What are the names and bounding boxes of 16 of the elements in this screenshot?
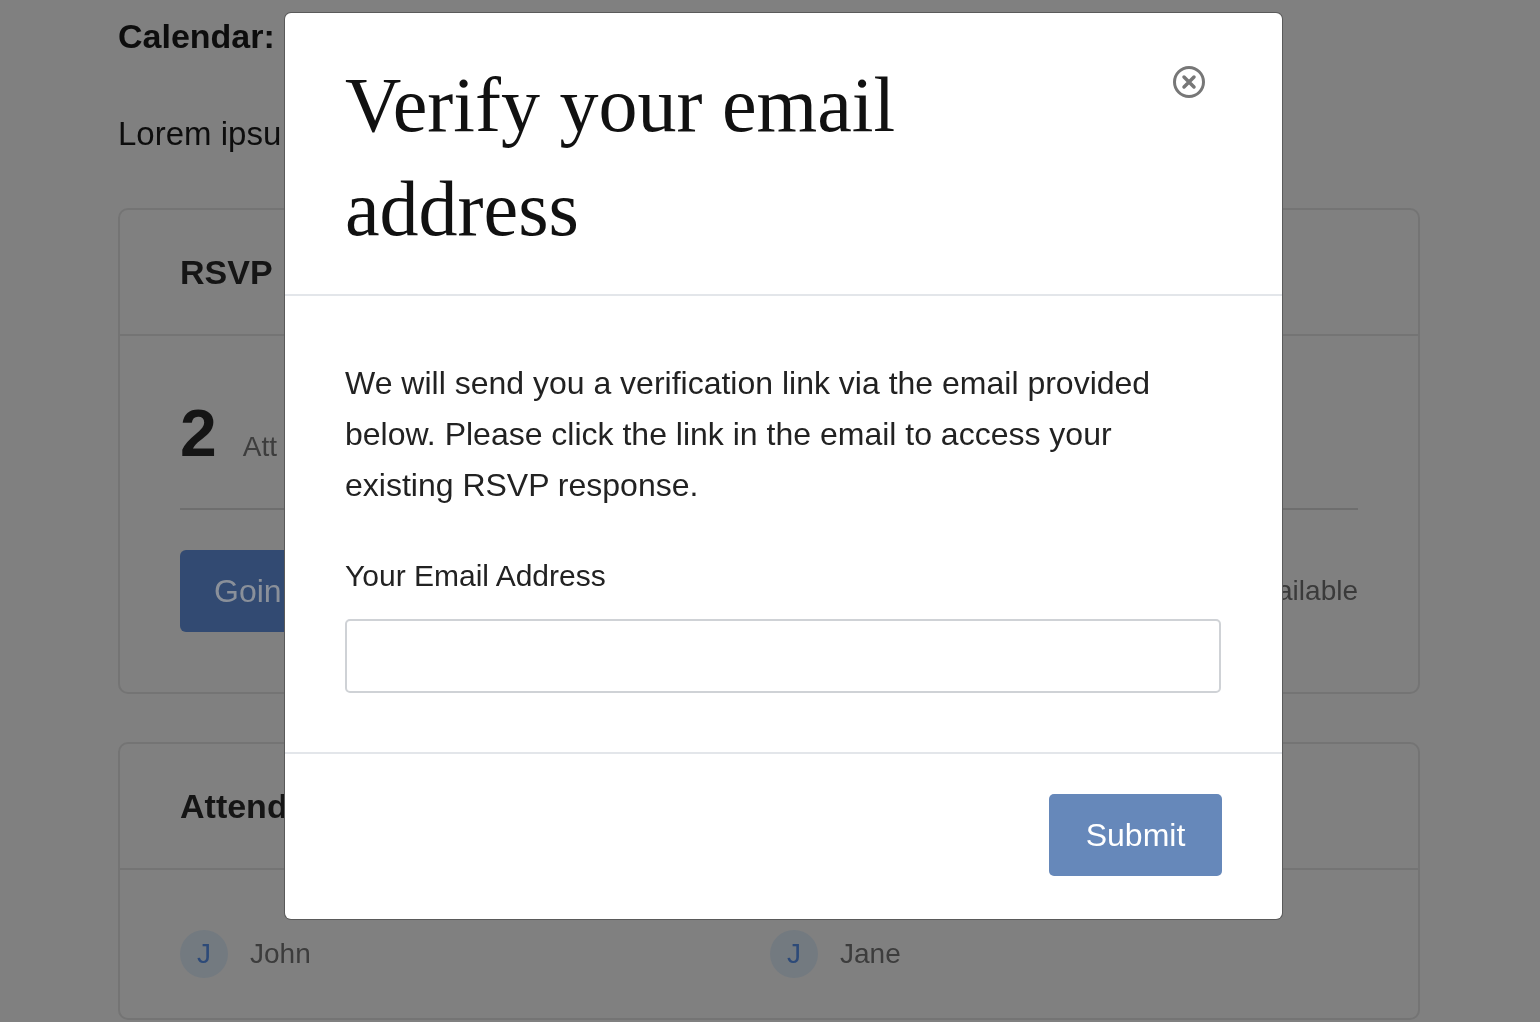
attendee-count: 2 bbox=[180, 398, 217, 468]
avatar: J bbox=[180, 930, 228, 978]
intro-text: Lorem ipsu bbox=[118, 114, 282, 154]
submit-button[interactable]: Submit bbox=[1049, 794, 1222, 876]
count-label: Att bbox=[242, 431, 277, 463]
avatar: J bbox=[770, 930, 818, 978]
attendee-name: Jane bbox=[840, 938, 901, 970]
modal-message: We will send you a verification link via the email provided below. Please click the link in the email to access your existing RSVP response. bbox=[345, 364, 1152, 505]
email-input[interactable] bbox=[345, 619, 1221, 693]
card-title: Attend bbox=[180, 786, 288, 826]
modal-title: Verify your email address bbox=[345, 60, 897, 254]
page-heading: Calendar: bbox=[118, 16, 275, 57]
card-title: RSVP bbox=[180, 252, 273, 292]
close-icon[interactable] bbox=[1172, 65, 1206, 99]
attendee-name: John bbox=[250, 938, 311, 970]
email-label: Your Email Address bbox=[345, 559, 607, 593]
